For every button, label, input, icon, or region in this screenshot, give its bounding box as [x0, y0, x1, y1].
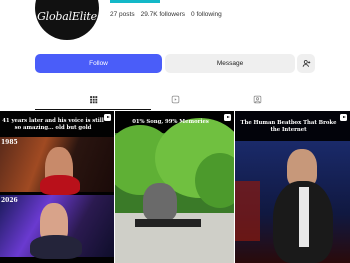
avatar-logo-text: GlobalElite	[37, 9, 97, 23]
profile-stats: 27 posts 29.7K followers 0 following	[110, 11, 222, 18]
profile-header: GlobalElite 27 posts 29.7K followers 0 f…	[0, 0, 350, 50]
profile-tabs	[0, 88, 350, 110]
reel-icon	[224, 114, 231, 121]
posts-count[interactable]: 27 posts	[110, 11, 135, 18]
following-count[interactable]: 0 following	[191, 11, 222, 18]
posts-grid: 41 years later and his voice is still so…	[0, 111, 350, 263]
add-person-icon	[302, 60, 310, 67]
year-label-bottom: 2026	[1, 197, 18, 204]
story-highlight-bar	[110, 0, 160, 3]
year-label-top: 1985	[1, 139, 18, 146]
reels-icon	[171, 95, 179, 103]
follow-button[interactable]: Follow	[35, 54, 162, 73]
post-thumbnail	[235, 141, 350, 263]
profile-actions: Follow Message	[35, 54, 315, 73]
post-tile[interactable]: 01% Song, 99% Memories	[115, 111, 234, 263]
reel-icon	[340, 114, 347, 121]
message-button[interactable]: Message	[165, 54, 295, 73]
tab-tagged[interactable]	[199, 88, 315, 110]
tagged-icon	[253, 95, 261, 103]
post-tile[interactable]: 41 years later and his voice is still so…	[0, 111, 114, 263]
reel-icon	[104, 114, 111, 121]
avatar[interactable]: GlobalElite	[35, 0, 99, 40]
post-title: 41 years later and his voice is still so…	[2, 118, 104, 131]
post-title: 01% Song, 99% Memories	[132, 119, 209, 125]
grid-icon	[89, 95, 97, 103]
post-title: The Human Beatbox That Broke the Interne…	[240, 120, 337, 133]
post-thumbnail-2026	[0, 195, 114, 259]
followers-count[interactable]: 29.7K followers	[141, 11, 185, 18]
post-thumbnail	[115, 118, 234, 263]
post-tile[interactable]: The Human Beatbox That Broke the Interne…	[235, 111, 350, 263]
suggested-users-button[interactable]	[297, 54, 315, 73]
